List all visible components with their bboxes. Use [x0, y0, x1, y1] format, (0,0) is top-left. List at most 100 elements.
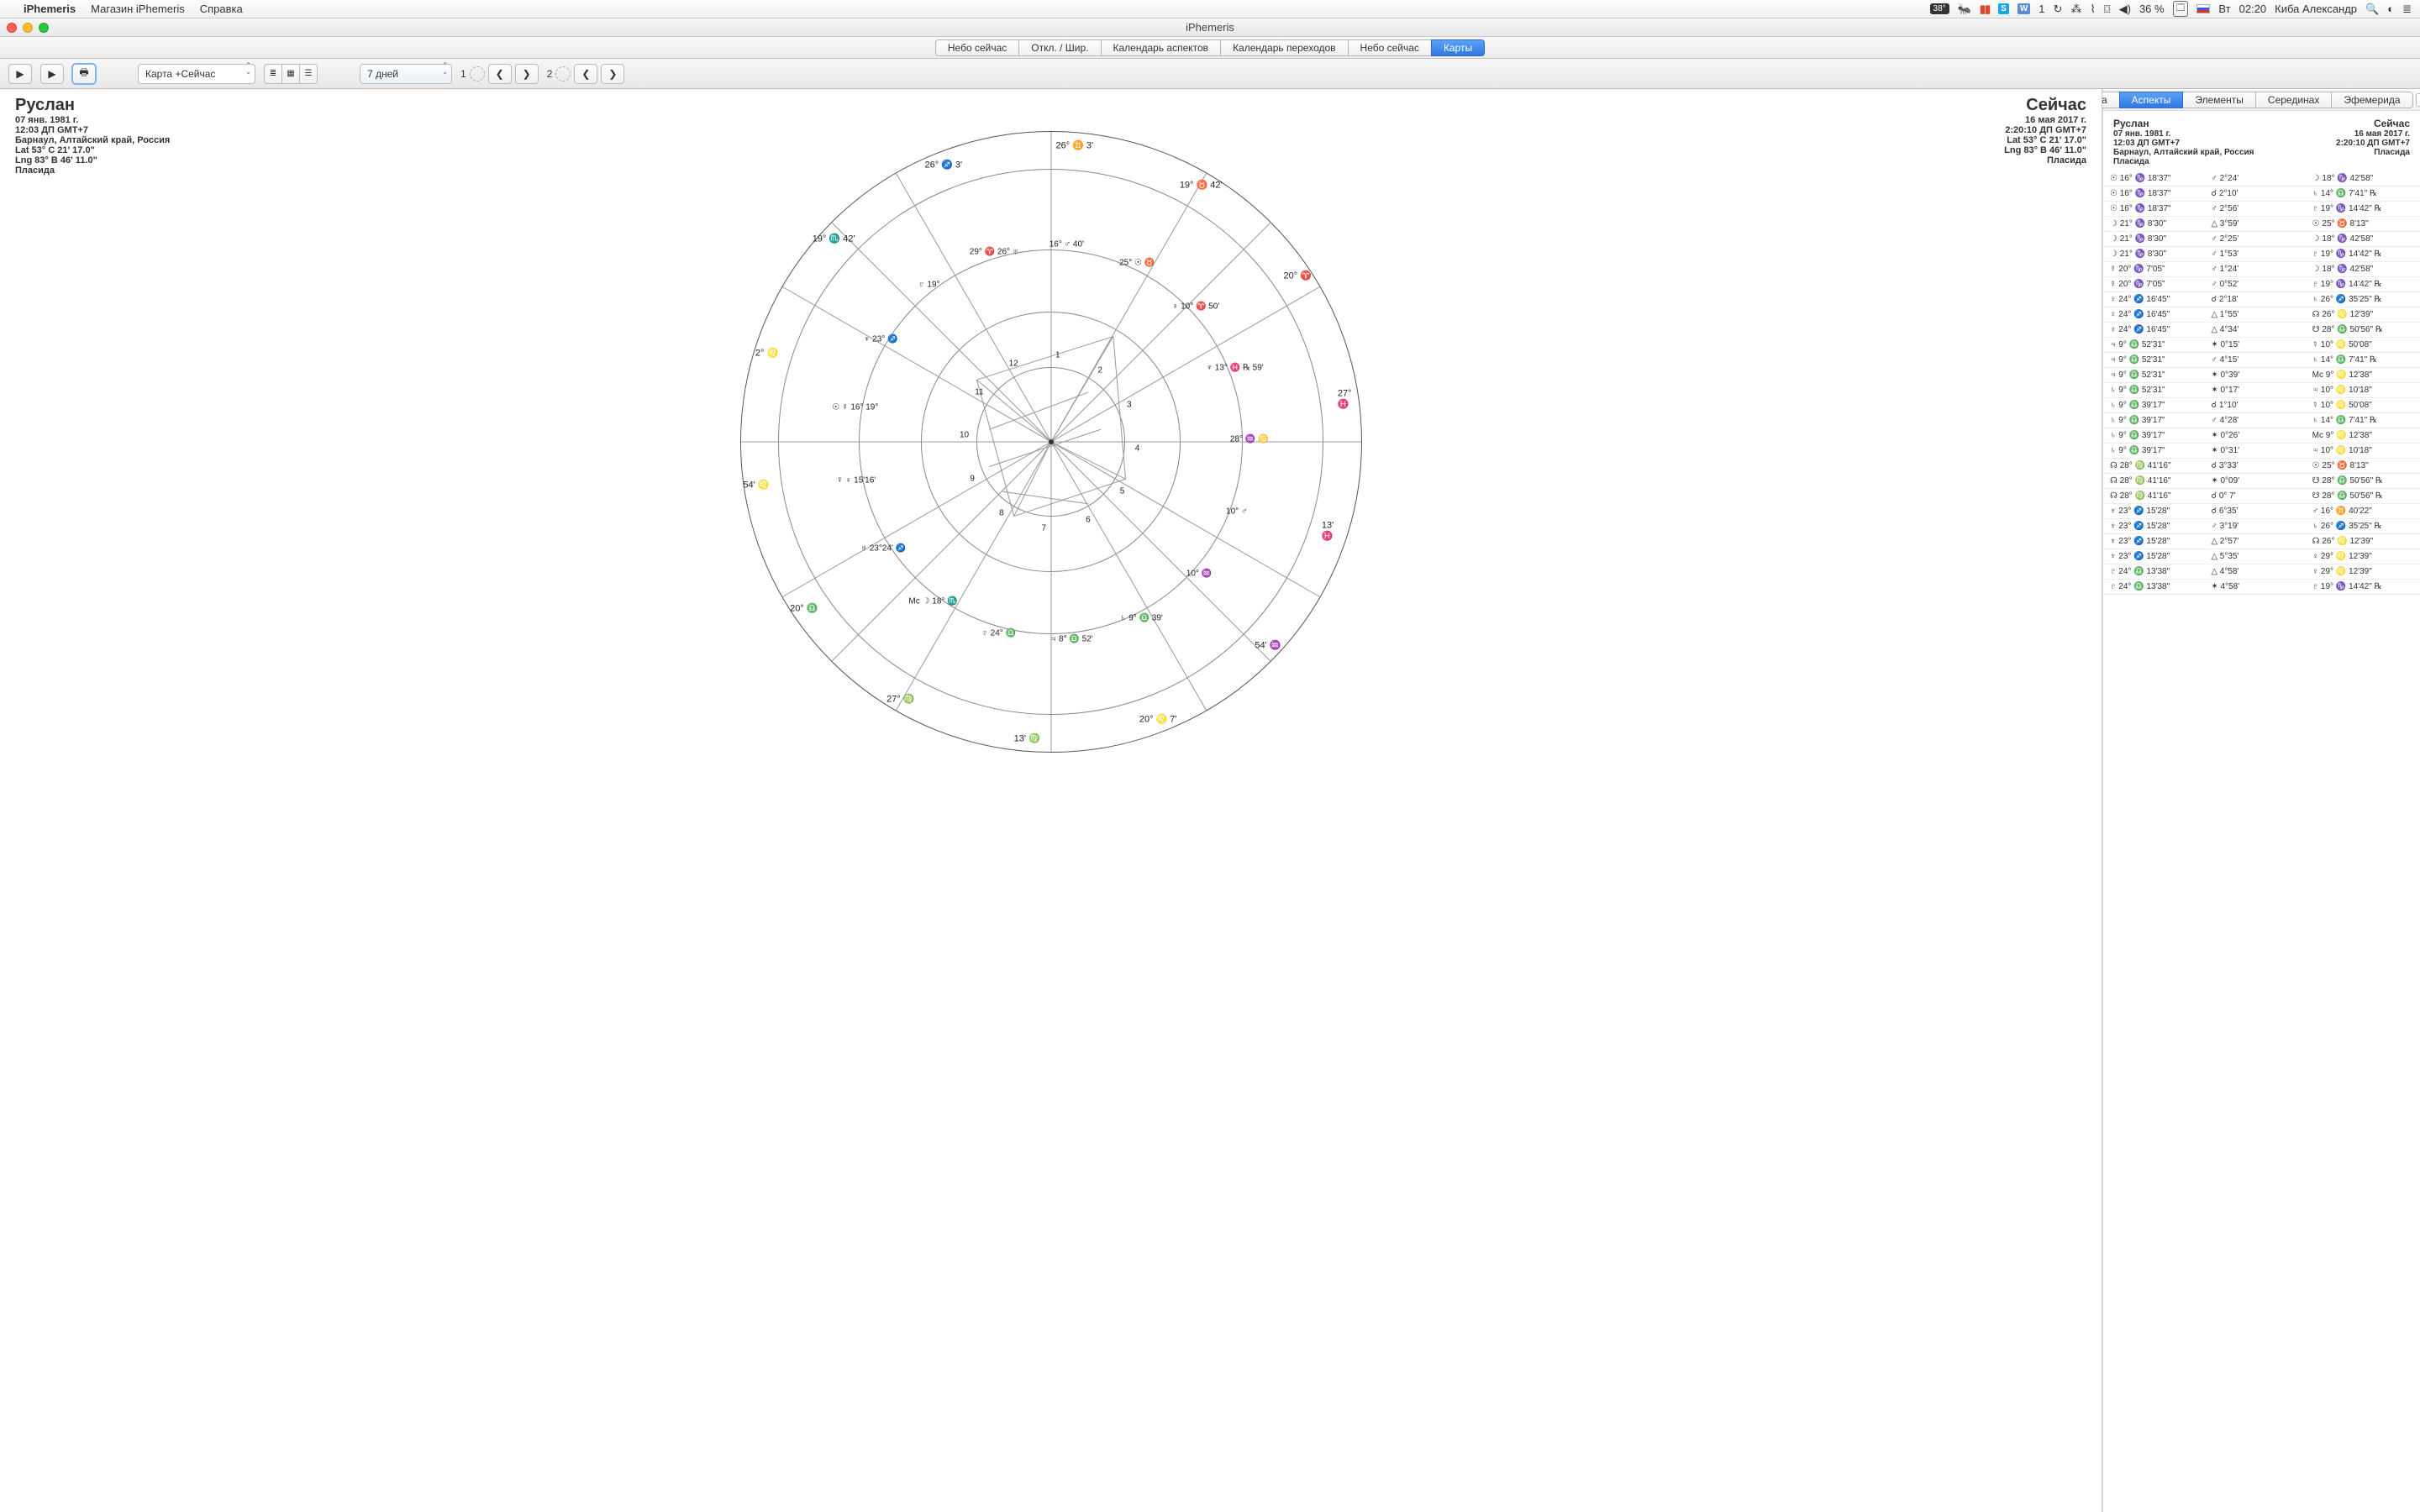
aspect-row[interactable]: ☉ 16° ♑ 18'37"☌ 2°10'♄ 14° ♎ 7'41" ℞ — [2103, 186, 2420, 202]
aspect-cell: ☋ 28° ♎ 50'56" ℞ — [2312, 491, 2413, 501]
nav2-label: 2 — [547, 68, 553, 80]
input-source-flag[interactable] — [2196, 4, 2210, 13]
asp-right-house: Пласида — [2336, 148, 2410, 157]
bluetooth-icon[interactable]: ⁂ — [2070, 3, 2081, 16]
user-name[interactable]: Киба Александр — [2275, 3, 2357, 15]
clock-time[interactable]: 02:20 — [2239, 3, 2267, 15]
aspect-row[interactable]: ♆ 23° ♐ 15'28"△ 2°57'☊ 26° ♌ 12'39" — [2103, 534, 2420, 549]
print-button[interactable]: 🖶 — [72, 64, 96, 84]
temperature-badge[interactable]: 38° — [1930, 3, 1949, 14]
tab-aspect-calendar[interactable]: Календарь аспектов — [1101, 39, 1222, 56]
aspect-tabs: Сетка Аспекты Элементы Серединах Эфемери… — [2103, 89, 2420, 111]
bug-icon[interactable]: 🐜 — [1958, 3, 1971, 16]
aspect-row[interactable]: ♇ 24° ♎ 13'38"△ 4°58'♀ 29° ♌ 12'39" — [2103, 564, 2420, 580]
nav2-next[interactable]: ❯ — [601, 64, 624, 84]
aspect-row[interactable]: ♀ 24° ♐ 16'45"△ 4°34'☋ 28° ♎ 50'56" ℞ — [2103, 323, 2420, 338]
volume-icon[interactable]: ◀) — [2119, 3, 2131, 16]
aspect-tab-elements[interactable]: Элементы — [2182, 92, 2256, 108]
chart2-lng: Lng 83° B 46' 11.0" — [2004, 145, 2086, 155]
aspect-cell: ♂ 2°25' — [2211, 234, 2312, 244]
aspect-row[interactable]: ♀ 24° ♐ 16'45"△ 1°55'☊ 26° ♌ 12'39" — [2103, 307, 2420, 323]
aspect-row[interactable]: ♆ 23° ♐ 15'28"☌ 6°35'♂ 16° ♊ 40'22" — [2103, 504, 2420, 519]
aspect-tab-ephemeris[interactable]: Эфемерида — [2331, 92, 2412, 108]
nav1-prev[interactable]: ❮ — [488, 64, 512, 84]
chart-type-select[interactable]: Карта +Сейчас — [138, 64, 255, 84]
aspect-cell: ♂ 2°56' — [2211, 204, 2312, 213]
battery-pct[interactable]: 36 % — [2139, 3, 2165, 15]
chart2-time: 2:20:10 ДП GMT+7 — [2004, 125, 2086, 135]
aspect-row[interactable]: ☊ 28° ♍ 41'16"☌ 0° 7'☋ 28° ♎ 50'56" ℞ — [2103, 489, 2420, 504]
close-button[interactable] — [7, 23, 17, 33]
tab-declination[interactable]: Откл. / Шир. — [1018, 39, 1101, 56]
nav1-wheel-icon[interactable] — [470, 66, 485, 81]
vk-icon[interactable]: W — [2018, 3, 2030, 14]
app-name[interactable]: iPhemeris — [24, 3, 76, 15]
aspect-row[interactable]: ♆ 23° ♐ 15'28"♂ 3°19'♄ 26° ♐ 35'25" ℞ — [2103, 519, 2420, 534]
aspect-row[interactable]: ☊ 28° ♍ 41'16"☌ 3°33'☉ 25° ♉ 8'13" — [2103, 459, 2420, 474]
aspect-row[interactable]: ☉ 16° ♑ 18'37"♂ 2°56'♇ 19° ♑ 14'42" ℞ — [2103, 202, 2420, 217]
wheel-mark: 27° ♍ — [886, 693, 914, 704]
wheel-mark: 29° ♈ 26° ♅ — [970, 247, 1019, 256]
nav2-wheel-icon[interactable] — [555, 66, 571, 81]
airplay-icon[interactable]: ⌼ — [2104, 3, 2111, 16]
aspect-row[interactable]: ☿ 20° ♑ 7'05"♂ 0°52'♇ 19° ♑ 14'42" ℞ — [2103, 277, 2420, 292]
aspect-row[interactable]: ♃ 9° ♎ 52'31"✶ 0°15'☿ 10° ♌ 50'08" — [2103, 338, 2420, 353]
aspect-row[interactable]: ☽ 21° ♑ 8'30"♂ 2°25'☽ 18° ♑ 42'58" — [2103, 232, 2420, 247]
nav2-prev[interactable]: ❮ — [574, 64, 597, 84]
tab-sky-now-2[interactable]: Небо сейчас — [1348, 39, 1432, 56]
chart1-date: 07 янв. 1981 г. — [15, 115, 170, 125]
siri-icon[interactable]: ◐ — [2387, 3, 2394, 15]
menu-item-help[interactable]: Справка — [200, 3, 243, 15]
aspect-cell: ☽ 21° ♑ 8'30" — [2110, 249, 2211, 259]
view-list-icon[interactable]: ≣ — [264, 64, 282, 84]
aspect-row[interactable]: ☿ 20° ♑ 7'05"♂ 1°24'☽ 18° ♑ 42'58" — [2103, 262, 2420, 277]
astro-wheel[interactable]: 26° ♊ 3'19° ♉ 42'20° ♈27° ♓13' ♓54' ♒20°… — [740, 131, 1362, 753]
aspect-row[interactable]: ☽ 21° ♑ 8'30"♂ 1°53'♇ 19° ♑ 14'42" ℞ — [2103, 247, 2420, 262]
aspect-row[interactable]: ☊ 28° ♍ 41'16"✶ 0°09'☋ 28° ♎ 50'56" ℞ — [2103, 474, 2420, 489]
view-rows-icon[interactable]: ☰ — [299, 64, 318, 84]
wifi-icon[interactable]: ⌇ — [2090, 3, 2095, 16]
aspect-cell: ☌ 1°10' — [2211, 401, 2312, 410]
aspect-row[interactable]: ☽ 21° ♑ 8'30"△ 3°59'☉ 25° ♉ 8'13" — [2103, 217, 2420, 232]
tab-charts[interactable]: Карты — [1431, 39, 1485, 56]
range-select[interactable]: 7 дней — [360, 64, 452, 84]
aspect-row[interactable]: ♄ 9° ♎ 39'17"☌ 1°10'☿ 10° ♌ 50'08" — [2103, 398, 2420, 413]
main-tabs: Небо сейчас Откл. / Шир. Календарь аспек… — [0, 37, 2420, 59]
tab-sky-now-1[interactable]: Небо сейчас — [935, 39, 1019, 56]
play-button-2[interactable]: ▶ — [40, 64, 64, 84]
aspect-row[interactable]: ♄ 9° ♎ 52'31"✶ 0°17'♃ 10° ♌ 10'18" — [2103, 383, 2420, 398]
timemachine-icon[interactable]: ↻ — [2054, 3, 2063, 16]
day[interactable]: Вт — [2218, 3, 2230, 15]
aspect-row[interactable]: ♄ 9° ♎ 39'17"✶ 0°31'♃ 10° ♌ 10'18" — [2103, 444, 2420, 459]
aspect-cell: ♀ 24° ♐ 16'45" — [2110, 325, 2211, 334]
view-grid-icon[interactable]: ▦ — [281, 64, 300, 84]
aspect-cell: ☊ 26° ♌ 12'39" — [2312, 310, 2413, 319]
notification-center-icon[interactable]: ≣ — [2402, 3, 2412, 16]
play-button-1[interactable]: ▶ — [8, 64, 32, 84]
font-small-button[interactable]: A — [2416, 93, 2420, 107]
aspect-tab-aspects[interactable]: Аспекты — [2119, 92, 2184, 108]
aspect-row[interactable]: ♇ 24° ♎ 13'38"✶ 4°58'♇ 19° ♑ 14'42" ℞ — [2103, 580, 2420, 595]
aspect-tab-midpoints[interactable]: Серединах — [2255, 92, 2332, 108]
tab-transit-calendar[interactable]: Календарь переходов — [1220, 39, 1348, 56]
nav1-next[interactable]: ❯ — [515, 64, 539, 84]
aspect-row[interactable]: ♃ 9° ♎ 52'31"✶ 0°39'Mc 9° ♌ 12'38" — [2103, 368, 2420, 383]
menu-item-store[interactable]: Магазин iPhemeris — [91, 3, 185, 15]
skype-icon[interactable]: S — [1998, 3, 2009, 14]
aspect-cell: ☿ 10° ♌ 50'08" — [2312, 401, 2413, 410]
spotlight-icon[interactable]: 🔍 — [2365, 3, 2379, 16]
minimize-button[interactable] — [23, 23, 33, 33]
aspect-row[interactable]: ☉ 16° ♑ 18'37"♂ 2°24'☽ 18° ♑ 42'58" — [2103, 171, 2420, 186]
battery-icon[interactable]: 🗔 — [2173, 1, 2189, 17]
wheel-mark: 26° ♐ 3' — [924, 159, 962, 170]
aspect-row[interactable]: ♃ 9° ♎ 52'31"♂ 4°15'♄ 14° ♎ 7'41" ℞ — [2103, 353, 2420, 368]
asp-right-date: 16 мая 2017 г. — [2336, 129, 2410, 139]
aspect-table[interactable]: ☉ 16° ♑ 18'37"♂ 2°24'☽ 18° ♑ 42'58"☉ 16°… — [2103, 171, 2420, 1512]
aspect-row[interactable]: ♀ 24° ♐ 16'45"☌ 2°18'♄ 26° ♐ 35'25" ℞ — [2103, 292, 2420, 307]
zoom-button[interactable] — [39, 23, 49, 33]
aspect-row[interactable]: ♆ 23° ♐ 15'28"△ 5°35'♀ 29° ♌ 12'39" — [2103, 549, 2420, 564]
aspect-row[interactable]: ♄ 9° ♎ 39'17"♂ 4°28'♄ 14° ♎ 7'41" ℞ — [2103, 413, 2420, 428]
aspect-row[interactable]: ♄ 9° ♎ 39'17"✶ 0°26'Mc 9° ♌ 12'38" — [2103, 428, 2420, 444]
aspect-cell: ☊ 28° ♍ 41'16" — [2110, 476, 2211, 486]
pause-icon[interactable]: ▮▮ — [1980, 3, 1990, 16]
